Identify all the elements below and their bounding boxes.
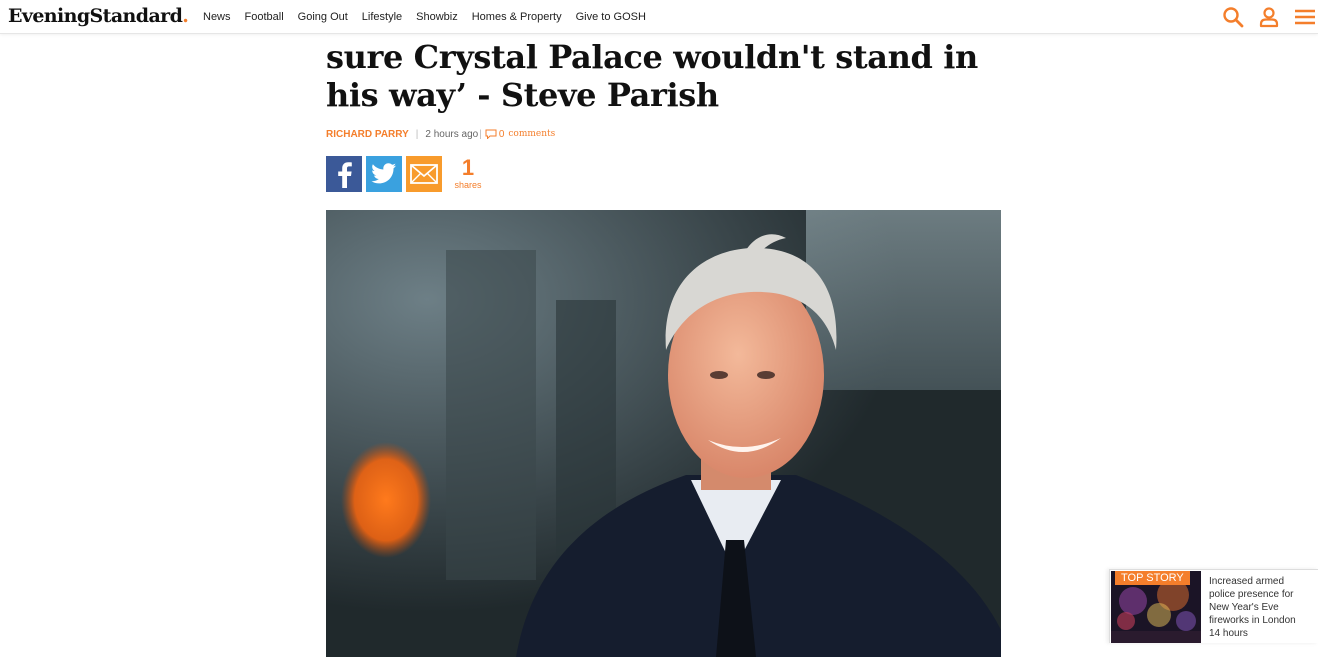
top-story-line-4: fireworks in London [1209,615,1296,626]
nav-lifestyle[interactable]: Lifestyle [362,11,402,23]
twitter-share-button[interactable] [366,156,402,192]
search-icon[interactable] [1222,6,1244,28]
article-hero-image [326,210,1001,657]
share-count: 1 shares [451,155,485,191]
share-count-number: 1 [461,155,475,180]
comment-label: comments [508,129,556,139]
byline-divider-2: | [479,128,482,140]
top-story-line-1: Increased armed [1209,576,1285,587]
nav-showbiz[interactable]: Showbiz [416,11,458,23]
share-bar: 1 shares [326,156,485,192]
top-story-thumbnail: TOP STORY [1111,571,1201,643]
facebook-icon [338,162,352,188]
top-story-time: 14 hours [1209,628,1248,639]
publish-time: 2 hours ago [425,128,479,140]
user-icon[interactable] [1258,6,1280,28]
top-story-card[interactable]: TOP STORY Increased armed police presenc… [1109,569,1318,643]
top-story-line-3: New Year's Eve [1209,602,1279,613]
email-share-button[interactable] [406,156,442,192]
comment-count: 0 [498,128,505,140]
comment-icon [485,129,497,139]
headline-line-2: his way’ - Steve Parish [326,76,719,114]
top-story-badge: TOP STORY [1115,571,1190,585]
logo-text: EveningStandard [8,5,183,27]
twitter-icon [371,163,396,184]
byline: RICHARD PARRY | 2 hours ago | 0 comments [326,127,555,141]
top-story-line-2: police presence for [1209,589,1294,600]
nav-football[interactable]: Football [245,11,284,23]
author-link[interactable]: RICHARD PARRY [326,129,409,140]
nav-going-out[interactable]: Going Out [298,11,348,23]
portrait-photo [326,210,1001,657]
share-count-label: shares [454,180,482,190]
byline-divider: | [415,128,419,140]
headline-line-1: sure Crystal Palace wouldn't stand in [326,38,978,76]
facebook-share-button[interactable] [326,156,362,192]
nav-homes-property[interactable]: Homes & Property [472,11,562,23]
top-story-title: Increased armed police presence for New … [1209,575,1317,627]
comments-link[interactable]: 0 comments [485,129,555,140]
site-logo[interactable]: EveningStandard. [8,3,189,29]
nav-news[interactable]: News [203,11,231,23]
nav-give-to-gosh[interactable]: Give to GOSH [576,11,646,23]
article-headline: sure Crystal Palace wouldn't stand in hi… [326,38,1026,114]
main-nav: News Football Going Out Lifestyle Showbi… [203,0,660,34]
menu-icon[interactable] [1294,6,1316,28]
header-actions [1222,0,1318,34]
email-icon [410,164,438,184]
logo-dot: . [182,5,189,27]
site-header: EveningStandard. News Football Going Out… [0,0,1318,34]
